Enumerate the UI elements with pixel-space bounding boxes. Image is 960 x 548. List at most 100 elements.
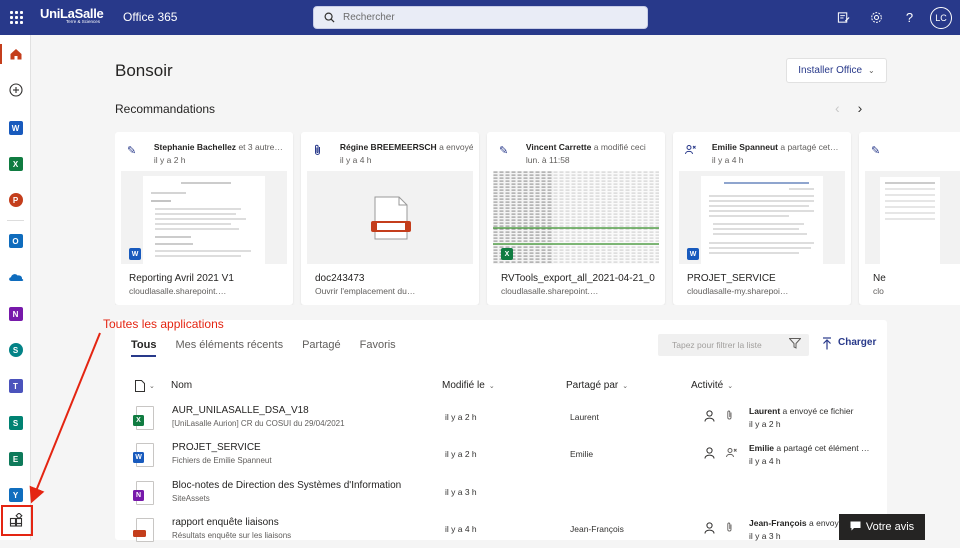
- table-row[interactable]: N Bloc-notes de Direction des Systèmes d…: [115, 474, 887, 511]
- rail-word[interactable]: W: [0, 115, 31, 141]
- recommendation-card[interactable]: Régine BREEMEERSCH a envoyé… il y a 4 h …: [301, 132, 479, 305]
- recommendation-card[interactable]: ✎ Ne clo: [859, 132, 960, 305]
- recommendation-card[interactable]: ✎ Vincent Carrette a modifié ceci lun. à…: [487, 132, 665, 305]
- card-title: RVTools_export_all_2021-04-21_0…: [501, 273, 656, 284]
- upload-icon: [823, 337, 831, 350]
- tab-recent[interactable]: Mes éléments récents: [175, 339, 283, 351]
- recommendation-card[interactable]: ✎ Stephanie Bachellez et 3 autre… il y a…: [115, 132, 293, 305]
- card-person: Régine BREEMEERSCH: [339, 142, 437, 152]
- file-name[interactable]: AUR_UNILASALLE_DSA_V18: [172, 405, 309, 416]
- file-type-header[interactable]: ⌄: [135, 380, 155, 392]
- column-label: Modifié le: [442, 380, 485, 391]
- feed-icon[interactable]: [827, 0, 860, 35]
- file-name[interactable]: Bloc-notes de Direction des Systèmes d'I…: [172, 480, 401, 491]
- card-time: lun. à 11:58: [525, 155, 570, 165]
- search-icon: [324, 12, 335, 23]
- recommendation-card[interactable]: Emilie Spanneut a partagé cet… il y a 4 …: [673, 132, 851, 305]
- feedback-label: Votre avis: [865, 521, 915, 533]
- filter-icon[interactable]: [788, 338, 802, 352]
- pdf-file-icon: [133, 518, 155, 543]
- tab-all[interactable]: Tous: [131, 339, 157, 357]
- onenote-file-icon: N: [133, 481, 155, 506]
- column-modified-header[interactable]: Modifié le ⌄: [442, 380, 495, 391]
- card-person: Stephanie Bachellez: [153, 142, 237, 152]
- document-thumbnail: W: [679, 171, 845, 264]
- card-location: clo: [873, 286, 884, 296]
- feedback-button[interactable]: Votre avis: [839, 514, 925, 540]
- chevron-right-icon[interactable]: ›: [858, 100, 863, 116]
- column-name-header[interactable]: Nom: [171, 380, 192, 391]
- share-people-icon: [685, 144, 698, 167]
- rail-outlook[interactable]: O: [0, 228, 31, 254]
- rail-sharepoint[interactable]: S: [0, 337, 31, 363]
- chevron-left-icon[interactable]: ‹: [835, 100, 840, 116]
- avatar[interactable]: LC: [930, 6, 952, 29]
- card-location: cloudlasalle.sharepoint.…: [129, 286, 227, 296]
- org-logo[interactable]: UniLaSalle Terre & Sciences: [40, 6, 104, 24]
- card-action: et 3 autre…: [238, 142, 283, 152]
- annotation-label: Toutes les applications: [103, 317, 224, 331]
- document-thumbnail: [307, 171, 473, 264]
- activity-text: a envoyé ce fichier: [782, 406, 854, 416]
- activity-time: il y a 4 h: [749, 456, 781, 466]
- sharepoint-icon: S: [8, 343, 23, 357]
- tab-shared[interactable]: Partagé: [302, 339, 341, 351]
- upload-label: Charger: [838, 337, 877, 348]
- recommendations-title: Recommandations: [115, 102, 216, 116]
- gear-icon[interactable]: [860, 0, 893, 35]
- card-title: PROJET_SERVICE: [687, 273, 776, 284]
- chevron-down-icon: ⌄: [149, 383, 155, 390]
- excel-file-icon: X: [133, 406, 155, 431]
- card-location: Ouvrir l'emplacement du…: [315, 286, 416, 296]
- rail-exchange[interactable]: E: [0, 446, 31, 472]
- chat-icon: [850, 521, 861, 534]
- file-activity: Emilie a partagé cet élément … il y a 4 h: [749, 442, 870, 468]
- spreadsheet-thumbnail: [865, 171, 960, 264]
- document-thumbnail: W: [121, 171, 287, 264]
- file-shared-by: Jean-François: [570, 524, 624, 534]
- upload-button[interactable]: Charger: [822, 337, 876, 350]
- rail-excel[interactable]: X: [0, 151, 31, 177]
- share-people-icon: [726, 447, 737, 461]
- rail-sway[interactable]: S: [0, 410, 31, 436]
- rail-create[interactable]: [0, 77, 31, 103]
- file-name[interactable]: PROJET_SERVICE: [172, 442, 261, 453]
- activity-person: Laurent: [749, 406, 781, 416]
- card-title: Reporting Avril 2021 V1: [129, 273, 234, 284]
- column-shared-header[interactable]: Partagé par ⌄: [566, 380, 628, 391]
- teams-icon: T: [8, 379, 23, 393]
- rail-teams[interactable]: T: [0, 373, 31, 399]
- rail-divider: [7, 220, 24, 221]
- app-name[interactable]: Office 365: [123, 10, 177, 24]
- table-row[interactable]: W PROJET_SERVICE Fichiers de Emilie Span…: [115, 436, 887, 473]
- powerpoint-icon: P: [8, 193, 23, 207]
- file-location: SiteAssets: [172, 494, 210, 503]
- search-box[interactable]: Rechercher: [313, 6, 648, 29]
- activity-person: Jean-François: [749, 518, 807, 528]
- chevron-down-icon: ⌄: [622, 382, 629, 390]
- plus-circle-icon: [8, 83, 23, 97]
- chevron-down-icon: ⌄: [868, 66, 875, 75]
- file-tabs: Tous Mes éléments récents Partagé Favori…: [131, 339, 415, 357]
- table-row[interactable]: rapport enquête liaisons Résultats enquê…: [115, 511, 887, 548]
- column-activity-header[interactable]: Activité ⌄: [691, 380, 733, 391]
- help-icon[interactable]: ?: [893, 0, 926, 35]
- app-launcher-icon[interactable]: [0, 0, 32, 35]
- rail-onedrive[interactable]: [0, 264, 31, 290]
- install-office-button[interactable]: Installer Office ⌄: [786, 58, 887, 83]
- file-name[interactable]: rapport enquête liaisons: [172, 517, 279, 528]
- tab-favorites[interactable]: Favoris: [360, 339, 396, 351]
- install-office-label: Installer Office: [798, 65, 863, 76]
- column-label: Activité: [691, 380, 724, 391]
- greeting: Bonsoir: [115, 61, 173, 80]
- rail-home[interactable]: [0, 41, 31, 67]
- rail-powerpoint[interactable]: P: [0, 187, 31, 213]
- card-title: Ne: [873, 273, 886, 284]
- file-location: Fichiers de Emilie Spanneut: [172, 456, 272, 465]
- filter-input[interactable]: Tapez pour filtrer la liste: [658, 334, 809, 356]
- table-row[interactable]: X AUR_UNILASALLE_DSA_V18 [UniLasalle Aur…: [115, 399, 887, 436]
- file-modified: il y a 4 h: [445, 524, 477, 534]
- file-type-icon: [135, 380, 145, 392]
- card-action: a modifié ceci: [593, 142, 646, 152]
- rail-onenote[interactable]: N: [0, 301, 31, 327]
